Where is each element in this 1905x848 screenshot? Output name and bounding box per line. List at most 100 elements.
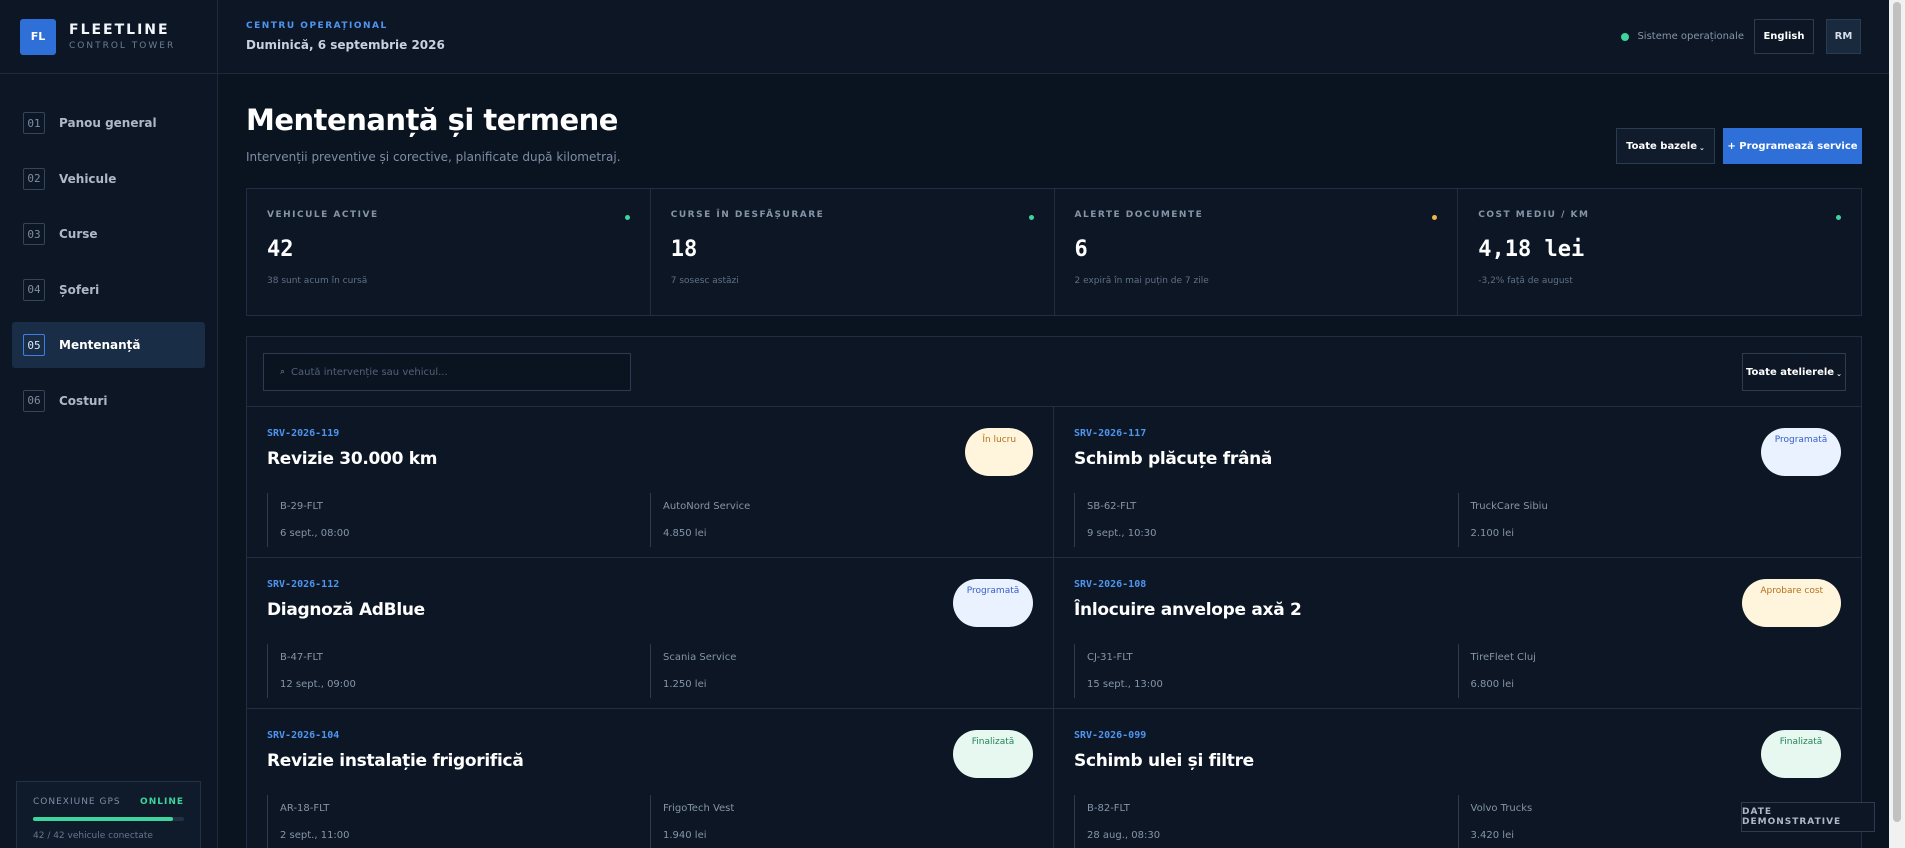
service-title: Revizie 30.000 km <box>267 449 438 469</box>
service-id: SRV-2026-104 <box>267 730 340 741</box>
brand-subtitle: CONTROL TOWER <box>69 41 176 51</box>
base-filter-dropdown[interactable]: Toate bazele ⌄ <box>1616 128 1715 164</box>
nav-number: 04 <box>23 278 45 301</box>
vehicle-plate: CJ-31-FLT <box>1074 644 1458 671</box>
system-status: Sisteme operaționale <box>1637 31 1744 42</box>
page-subtitle: Intervenții preventive și corective, pla… <box>246 150 621 164</box>
nav-number: 06 <box>23 389 45 412</box>
service-cost: 1.940 lei <box>650 822 1033 848</box>
service-id: SRV-2026-108 <box>1074 579 1147 590</box>
scrollbar-thumb[interactable] <box>1893 2 1901 822</box>
kpi-sub: 7 sosesc astăzi <box>670 276 739 286</box>
kpi-status-dot-icon <box>1028 215 1034 220</box>
service-cost: 1.250 lei <box>650 671 1033 698</box>
workshop-name: Scania Service <box>650 644 1033 671</box>
kpi-sub: -3,2% față de august <box>1478 276 1573 286</box>
sidebar-item-label: Curse <box>59 227 98 241</box>
service-date: 2 sept., 11:00 <box>267 822 650 848</box>
kpi-label: COST MEDIU / KM <box>1478 210 1590 220</box>
kpi-value: 6 <box>1074 237 1088 262</box>
kpi-card: VEHICULE ACTIVE 42 38 sunt acum în cursă <box>247 189 651 315</box>
vehicle-plate: B-29-FLT <box>267 493 650 520</box>
sidebar-item-mentenanta[interactable]: 05 Mentenanță <box>12 322 205 368</box>
workshop-name: TireFleet Cluj <box>1457 644 1842 671</box>
language-button[interactable]: English <box>1754 19 1814 54</box>
sidebar-item-costuri[interactable]: 06 Costuri <box>12 378 205 424</box>
avatar[interactable]: RM <box>1826 19 1861 54</box>
status-badge: Programată <box>1761 428 1841 476</box>
kpi-card: CURSE ÎN DESFĂȘURARE 18 7 sosesc astăzi <box>651 189 1055 315</box>
brand: FL FLEETLINE CONTROL TOWER <box>0 0 217 74</box>
service-card[interactable]: SRV-2026-108 Înlocuire anvelope axă 2 Ap… <box>1054 558 1861 709</box>
service-card[interactable]: SRV-2026-099 Schimb ulei și filtre Final… <box>1054 709 1861 848</box>
service-cost: 4.850 lei <box>650 520 1033 547</box>
kpi-card: ALERTE DOCUMENTE 6 2 expiră în mai puțin… <box>1055 189 1459 315</box>
current-date: Duminică, 6 septembrie 2026 <box>246 38 445 52</box>
service-card[interactable]: SRV-2026-104 Revizie instalație frigorif… <box>247 709 1054 848</box>
nav-number: 02 <box>23 167 45 190</box>
chevron-down-icon: ⌄ <box>1836 370 1842 378</box>
gps-sub: 42 / 42 vehicule conectate <box>33 831 153 841</box>
service-date: 6 sept., 08:00 <box>267 520 650 547</box>
kpi-strip: VEHICULE ACTIVE 42 38 sunt acum în cursă… <box>246 188 1862 316</box>
sidebar-item-label: Vehicule <box>59 171 117 186</box>
service-card[interactable]: SRV-2026-112 Diagnoză AdBlue Programată … <box>247 558 1054 709</box>
scrollbar[interactable] <box>1889 0 1905 848</box>
vehicle-plate: B-47-FLT <box>267 644 650 671</box>
status-badge: Finalizată <box>953 730 1033 778</box>
kpi-card: COST MEDIU / KM 4,18 lei -3,2% față de a… <box>1458 189 1861 315</box>
workshop-name: AutoNord Service <box>650 493 1033 520</box>
service-cost: 6.800 lei <box>1457 671 1842 698</box>
kpi-status-dot-icon <box>624 215 630 220</box>
status-badge: În lucru <box>965 428 1033 476</box>
service-card[interactable]: SRV-2026-119 Revizie 30.000 km În lucru … <box>247 407 1054 558</box>
service-cost: 2.100 lei <box>1457 520 1842 547</box>
schedule-service-button[interactable]: + Programează service <box>1723 128 1862 164</box>
sidebar-item-curse[interactable]: 03 Curse <box>12 211 205 257</box>
service-card[interactable]: SRV-2026-117 Schimb plăcuțe frână Progra… <box>1054 407 1861 558</box>
search-icon: ⌕ <box>280 367 286 377</box>
service-grid: SRV-2026-119 Revizie 30.000 km În lucru … <box>247 407 1861 848</box>
gps-status: ONLINE <box>140 797 184 807</box>
gps-progress-bar <box>33 817 184 821</box>
brand-logo[interactable]: FL <box>20 18 56 55</box>
kpi-label: CURSE ÎN DESFĂȘURARE <box>670 210 825 220</box>
workshop-name: TruckCare Sibiu <box>1457 493 1842 520</box>
nav-number: 05 <box>23 334 45 356</box>
service-id: SRV-2026-112 <box>267 579 340 590</box>
sidebar-item-label: Mentenanță <box>59 338 141 352</box>
topbar-kicker: CENTRU OPERAȚIONAL <box>246 21 388 31</box>
demo-data-tag: DATE DEMONSTRATIVE <box>1741 802 1875 832</box>
service-title: Schimb ulei și filtre <box>1074 751 1254 771</box>
sidebar-item-label: Șoferi <box>59 282 100 297</box>
service-title: Înlocuire anvelope axă 2 <box>1074 600 1302 620</box>
workshop-filter-dropdown[interactable]: Toate atelierele ⌄ <box>1742 353 1846 391</box>
status-badge: Aprobare cost <box>1742 579 1841 627</box>
status-dot-icon <box>1621 32 1630 41</box>
sidebar: FL FLEETLINE CONTROL TOWER 01 Panou gene… <box>0 0 218 848</box>
workshop-filter-label: Toate atelierele <box>1746 366 1835 378</box>
sidebar-item-label: Costuri <box>59 393 108 408</box>
workshop-name: FrigoTech Vest <box>650 795 1033 822</box>
service-title: Diagnoză AdBlue <box>267 600 425 620</box>
nav-number: 03 <box>23 223 45 245</box>
vehicle-plate: B-82-FLT <box>1074 795 1458 822</box>
service-title: Revizie instalație frigorifică <box>267 751 524 771</box>
page-title: Mentenanță și termene <box>246 103 618 137</box>
vehicle-plate: AR-18-FLT <box>267 795 650 822</box>
sidebar-nav: 01 Panou general 02 Vehicule 03 Curse 04… <box>0 74 217 424</box>
maintenance-panel: ⌕ Toate atelierele ⌄ SRV-2026-119 Revizi… <box>246 336 1862 848</box>
chevron-down-icon: ⌄ <box>1699 144 1705 152</box>
search-input[interactable] <box>291 366 612 378</box>
service-id: SRV-2026-117 <box>1074 428 1147 439</box>
kpi-label: ALERTE DOCUMENTE <box>1074 210 1204 220</box>
status-badge: Finalizată <box>1761 730 1841 778</box>
sidebar-item-vehicule[interactable]: 02 Vehicule <box>12 156 205 202</box>
kpi-sub: 2 expiră în mai puțin de 7 zile <box>1074 276 1209 286</box>
kpi-value: 4,18 lei <box>1478 237 1585 262</box>
nav-number: 01 <box>23 112 45 134</box>
service-date: 12 sept., 09:00 <box>267 671 650 698</box>
sidebar-item-panou-general[interactable]: 01 Panou general <box>12 100 205 146</box>
vehicle-plate: SB-62-FLT <box>1074 493 1458 520</box>
sidebar-item-soferi[interactable]: 04 Șoferi <box>12 267 205 313</box>
